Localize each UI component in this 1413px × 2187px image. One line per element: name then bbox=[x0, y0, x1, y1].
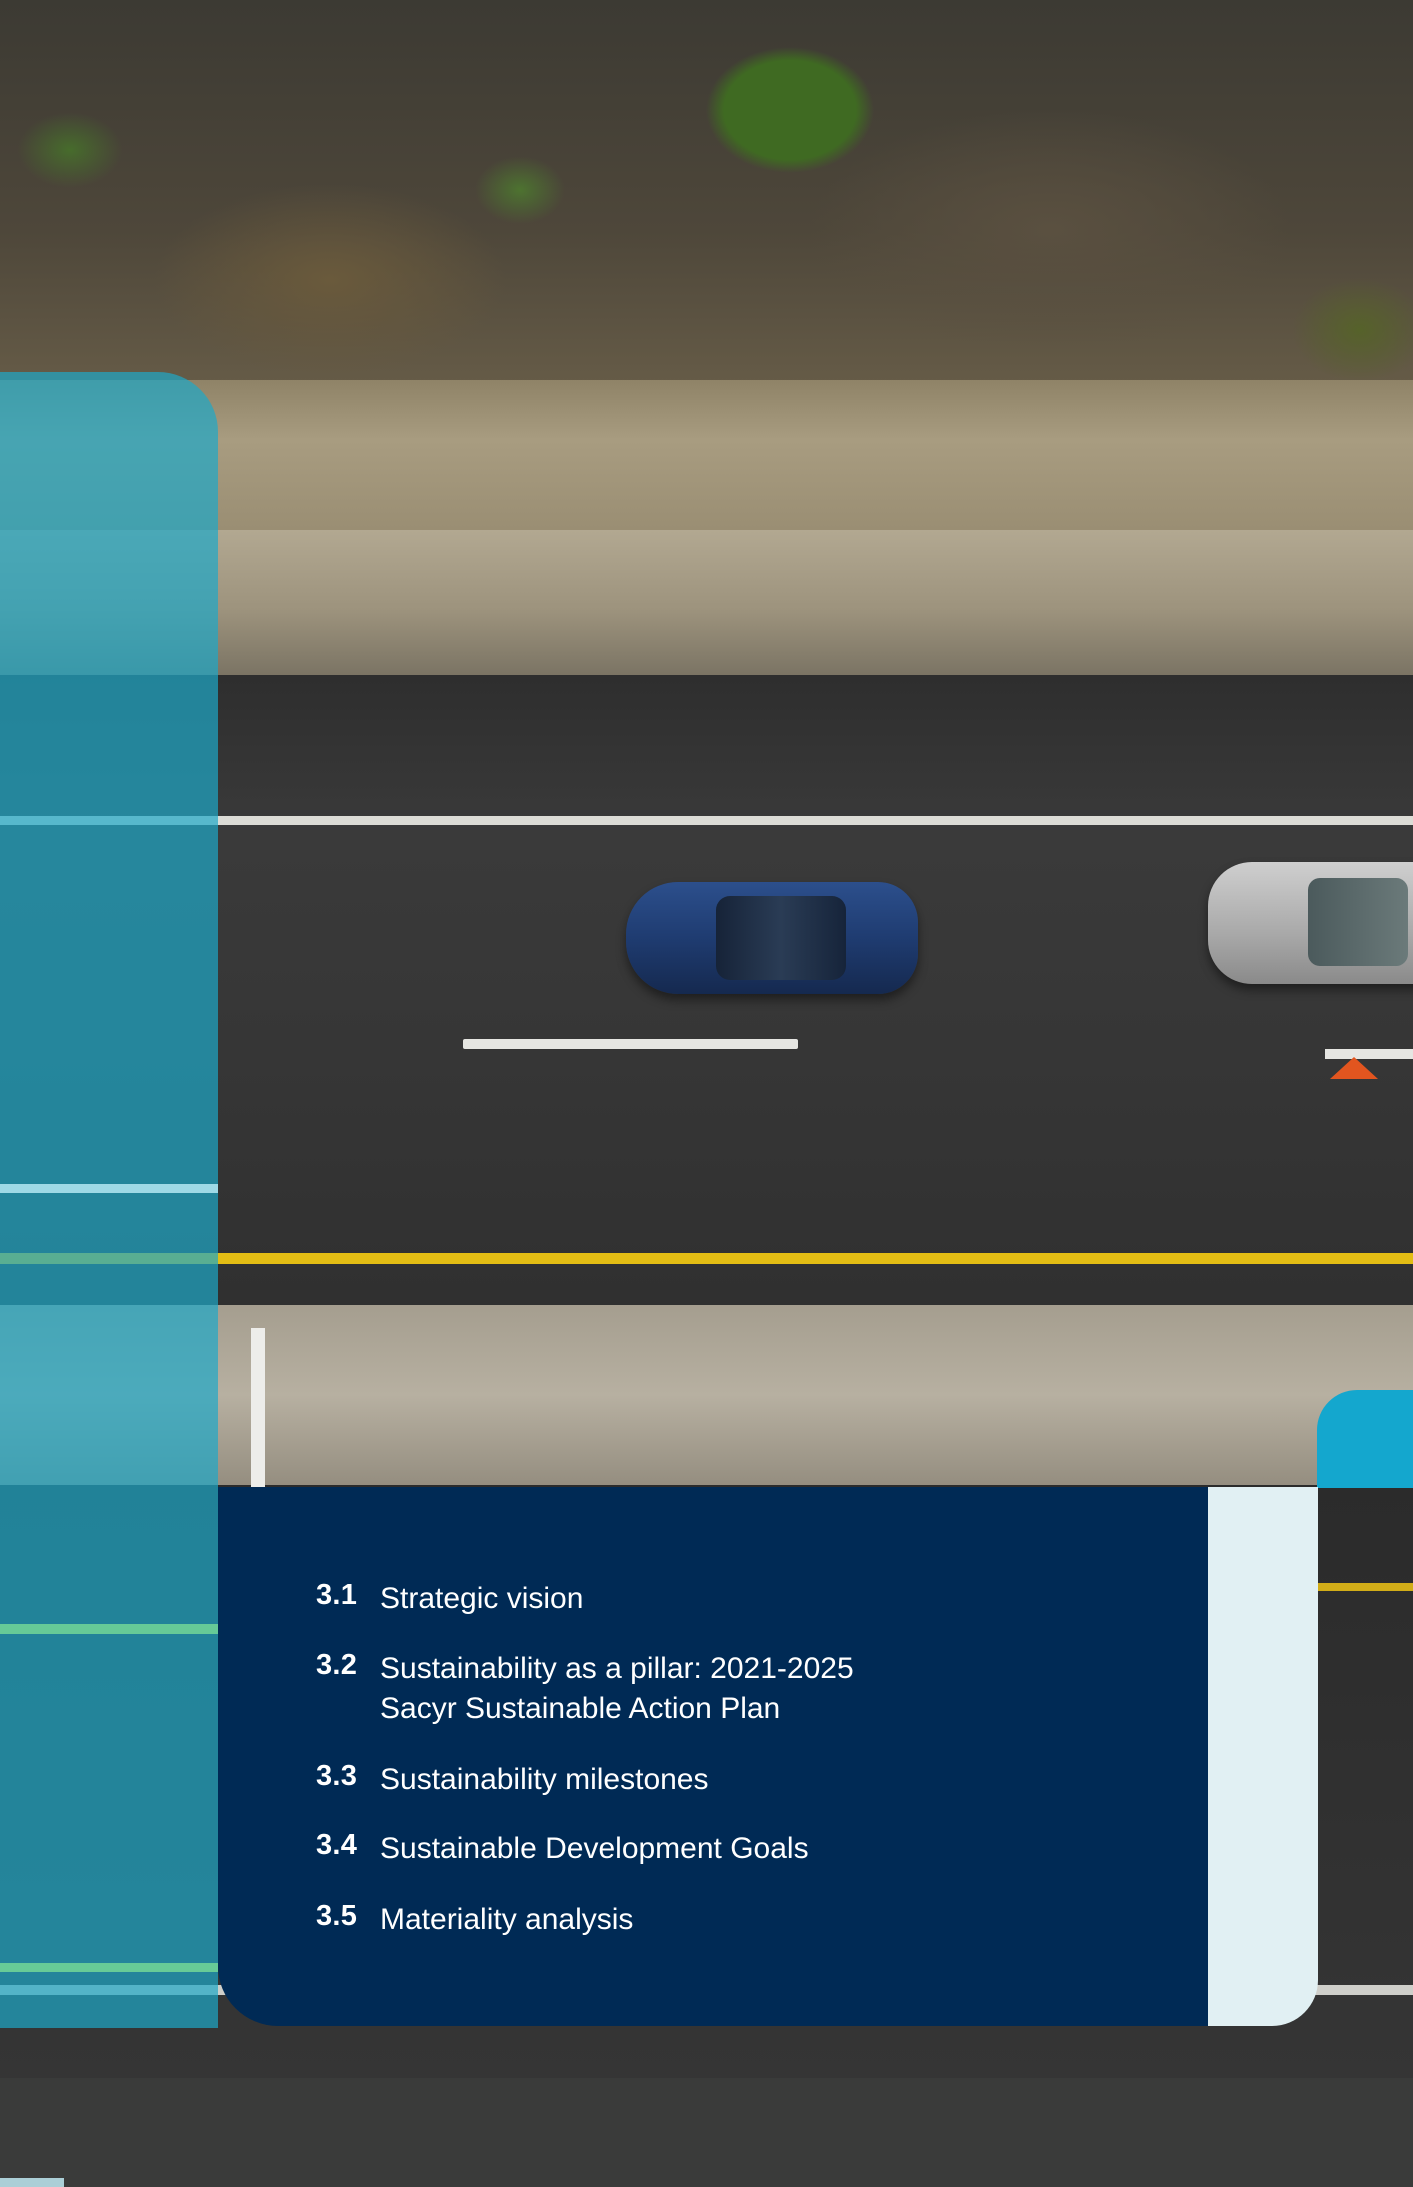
marker-post bbox=[251, 1328, 265, 1488]
lane-line bbox=[0, 1624, 218, 1634]
lane-line bbox=[0, 1963, 218, 1972]
lane-dash bbox=[0, 2178, 64, 2187]
teal-overlay-band bbox=[0, 372, 218, 2187]
toc-title-line: Strategic vision bbox=[380, 1582, 584, 1615]
lane-line bbox=[0, 1184, 218, 1193]
toc-title: Sustainable Development Goals bbox=[380, 1829, 1020, 1869]
teal-accent-block bbox=[1317, 1390, 1413, 1488]
toc-title: Sustainability milestones bbox=[380, 1760, 1020, 1800]
car-window bbox=[716, 896, 846, 980]
white-car bbox=[1208, 862, 1413, 984]
rock-slope bbox=[0, 0, 1413, 420]
toc-title: Sustainability as a pillar: 2021-2025 Sa… bbox=[380, 1649, 1020, 1729]
toc-title-line: Sustainability as a pillar: 2021-2025 bbox=[380, 1652, 854, 1685]
page-number-column bbox=[1208, 1487, 1318, 2026]
table-of-contents: 3.1 Strategic vision 22 3.2 Sustainabili… bbox=[218, 1487, 1284, 2026]
toc-title-line: Sustainability milestones bbox=[380, 1763, 709, 1796]
blue-car bbox=[626, 882, 918, 994]
toc-number: 3.5 bbox=[316, 1900, 358, 1932]
lane-dash bbox=[463, 1039, 798, 1049]
toc-number: 3.1 bbox=[316, 1579, 358, 1611]
toc-number: 3.2 bbox=[316, 1649, 358, 1681]
toc-title-line: Materiality analysis bbox=[380, 1903, 634, 1936]
car-window bbox=[1308, 878, 1408, 966]
toc-title: Materiality analysis bbox=[380, 1900, 1020, 1940]
toc-title: Strategic vision bbox=[380, 1579, 1020, 1619]
toc-number: 3.4 bbox=[316, 1829, 358, 1861]
yellow-line bbox=[1318, 1583, 1413, 1591]
toc-title-line: Sustainable Development Goals bbox=[380, 1832, 809, 1865]
toc-number: 3.3 bbox=[316, 1760, 358, 1792]
traffic-cone bbox=[1330, 1057, 1378, 1079]
toc-title-line: Sacyr Sustainable Action Plan bbox=[380, 1692, 781, 1725]
